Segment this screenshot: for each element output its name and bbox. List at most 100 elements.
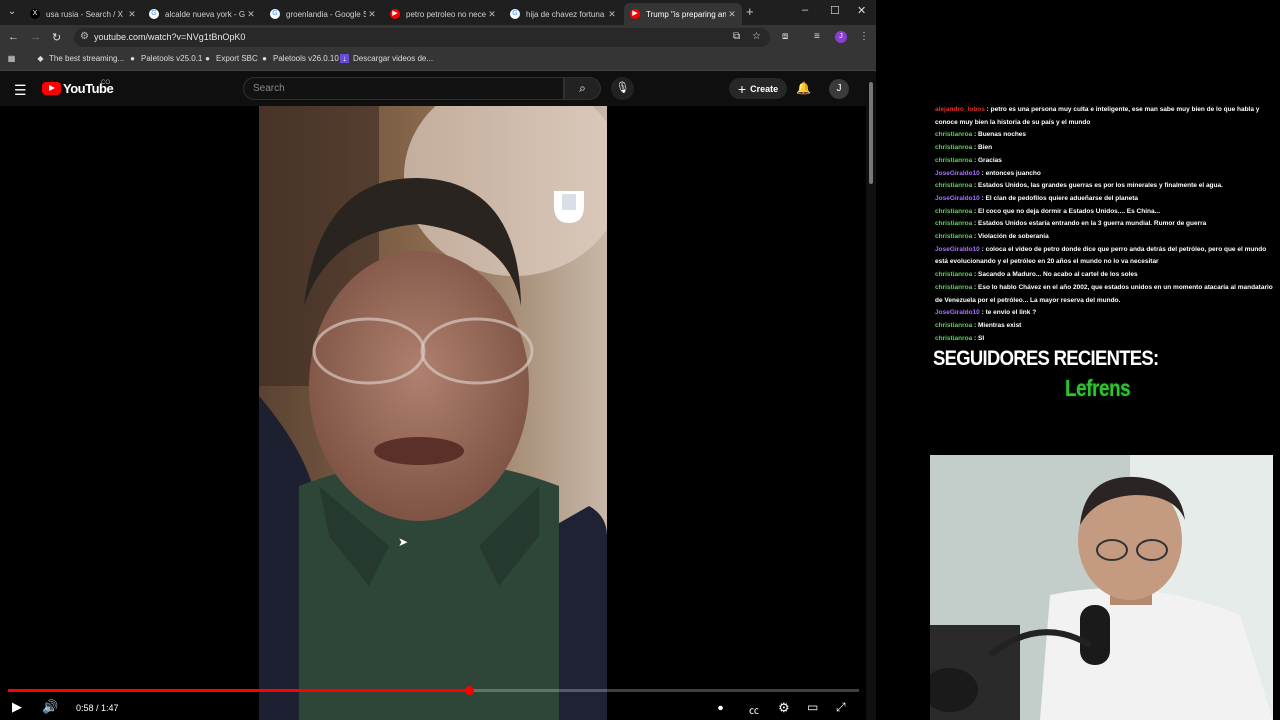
site-info-icon[interactable]: ⚙ (80, 31, 89, 42)
chat-message: christianroa : Violación de soberanía (935, 231, 1273, 244)
chat-username: christianroa (935, 207, 973, 215)
google-icon: G (510, 9, 520, 19)
browser-menu-icon[interactable]: ⋮ (859, 31, 869, 42)
search-button[interactable]: ⌕ (564, 77, 601, 100)
chat-message: christianroa : Estados Unidos, las grand… (935, 180, 1273, 193)
chat-text: El clan de pedofilos quiere adueñarse de… (985, 194, 1139, 202)
page-scrollbar[interactable] (869, 82, 873, 184)
menu-hamburger-icon[interactable]: ☰ (14, 82, 27, 99)
notifications-bell-icon[interactable]: 🔔 (796, 81, 811, 95)
video-frame-image (259, 106, 607, 720)
browser-window: ⌄ Xusa rusia - Search / X ✕ Galcalde nueva… (0, 0, 876, 720)
chat-text: Violación de soberanía (978, 233, 1049, 241)
chat-username: christianroa (935, 156, 973, 164)
tab-title: usa rusia - Search / X (46, 9, 123, 19)
chat-username: JoseGiraldo10 (935, 309, 980, 317)
browser-tab[interactable]: Xusa rusia - Search / X ✕ (24, 3, 142, 25)
tab-title: groenlandia - Google Se (286, 9, 366, 19)
close-tab-icon[interactable]: ✕ (126, 9, 138, 20)
bookmark-item[interactable]: ● Paletools v26.0.10 (260, 54, 339, 63)
fullscreen-icon[interactable]: ⤢ (836, 700, 846, 715)
chat-username: christianroa (935, 283, 973, 291)
chat-message: christianroa : Gracias (935, 155, 1273, 168)
bookmark-favicon-icon: ● (130, 54, 135, 63)
minimize-icon[interactable]: – (802, 4, 808, 16)
bookmark-favicon-icon: ● (262, 54, 267, 63)
chat-username: christianroa (935, 233, 973, 241)
autoplay-toggle-icon[interactable]: ⏺ (718, 703, 723, 714)
new-tab-button[interactable]: + (746, 4, 754, 19)
webcam-image (930, 455, 1273, 720)
chat-username: christianroa (935, 271, 973, 279)
captions-icon[interactable]: ㏄ (749, 702, 759, 717)
chat-panel: alejandro_lobos : petro es una persona m… (935, 104, 1273, 345)
x-icon: X (30, 9, 40, 19)
browser-profile-avatar[interactable]: J (835, 31, 847, 43)
mouse-cursor-icon: ➤ (398, 535, 409, 549)
browser-tab[interactable]: Ggroenlandia - Google Se ✕ (264, 3, 382, 25)
install-app-icon[interactable]: ⧉ (733, 31, 740, 42)
theater-mode-icon[interactable]: ▭ (807, 700, 818, 714)
chat-text: entonces juancho (985, 169, 1041, 177)
play-icon[interactable]: ▶ (12, 699, 22, 715)
reload-icon[interactable]: ↻ (52, 31, 61, 44)
chat-username: christianroa (935, 182, 973, 190)
chat-message: christianroa : SI (935, 333, 1273, 346)
chat-message: christianroa : Mientras exist (935, 320, 1273, 333)
bookmark-favicon-icon: ● (205, 54, 210, 63)
bookmark-item[interactable]: ↓ Descargar videos de... (340, 54, 433, 63)
time-display: 0:58 / 1:47 (76, 703, 119, 713)
recent-followers-title: SEGUIDORES RECIENTES: (933, 347, 1159, 370)
settings-gear-icon[interactable]: ⚙ (778, 700, 790, 716)
close-window-icon[interactable]: ✕ (857, 4, 866, 17)
tab-title: petro petroleo no nece (406, 9, 486, 19)
tab-title: Trump "is preparing an (646, 9, 726, 19)
chat-message: christianroa : Estados Unidos estaría en… (935, 218, 1273, 231)
url-text[interactable]: youtube.com/watch?v=NVg1tBnOpK0 (94, 32, 245, 42)
bookmark-favicon-icon: ↓ (340, 54, 349, 63)
create-button[interactable]: + Create (729, 78, 787, 99)
google-icon: G (270, 9, 280, 19)
close-tab-icon[interactable]: ✕ (606, 9, 618, 20)
progress-bar[interactable] (8, 689, 859, 692)
media-control-icon[interactable]: ≡ (814, 31, 820, 42)
bookmark-item[interactable]: ● Paletools v25.0.1 (128, 54, 202, 63)
chat-message: JoseGiraldo10 : entonces juancho (935, 168, 1273, 181)
plus-icon: + (737, 80, 747, 97)
chat-username: JoseGiraldo10 (935, 194, 980, 202)
extensions-icon[interactable]: ⧈ (782, 31, 788, 42)
account-avatar[interactable]: J (829, 79, 849, 99)
chat-text: Gracias (978, 156, 1002, 164)
close-tab-icon[interactable]: ✕ (366, 9, 378, 20)
search-icon: ⌕ (579, 81, 586, 95)
browser-tab[interactable]: Ghija de chavez fortuna ✕ (504, 3, 622, 25)
bookmark-star-icon[interactable]: ☆ (752, 31, 761, 42)
recent-follower-name: Lefrens (1065, 375, 1131, 401)
chat-message: christianroa : Sacando a Maduro... No ac… (935, 269, 1273, 282)
chat-text: El coco que no deja dormir a Estados Uni… (978, 207, 1161, 215)
close-tab-icon[interactable]: ✕ (245, 9, 257, 20)
volume-icon[interactable]: 🔊 (42, 699, 58, 715)
maximize-icon[interactable]: ☐ (830, 4, 840, 17)
close-tab-icon[interactable]: ✕ (486, 9, 498, 20)
apps-icon[interactable]: ▦ (7, 54, 20, 63)
bookmark-item[interactable]: ◆ The best streaming... (36, 54, 124, 63)
chat-text: Estados Unidos estaría entrando en la 3 … (978, 220, 1207, 228)
chat-message: christianroa : Eso lo hablo Chávez en el… (935, 282, 1273, 307)
youtube-logo-icon[interactable] (42, 82, 61, 95)
tab-search-icon[interactable]: ⌄ (4, 4, 20, 20)
video-frame[interactable] (259, 106, 607, 720)
progress-played (8, 689, 470, 692)
back-icon[interactable]: ← (8, 31, 19, 43)
search-input[interactable] (243, 77, 564, 100)
browser-tab[interactable]: ▶ Trump "is preparing an ✕ (624, 3, 742, 25)
forward-icon[interactable]: → (30, 31, 41, 43)
bookmark-item[interactable]: ● Export SBC (203, 54, 258, 63)
close-tab-icon[interactable]: ✕ (726, 9, 738, 20)
chat-message: JoseGiraldo10 : coloca el video de petro… (935, 244, 1273, 269)
chat-text: Estados Unidos, las grandes guerras es p… (978, 182, 1223, 190)
chat-message: christianroa : Buenas noches (935, 129, 1273, 142)
browser-tab[interactable]: Galcalde nueva york - Go ✕ (143, 3, 261, 25)
voice-search-icon[interactable]: 🎙 (611, 77, 634, 100)
browser-tab[interactable]: ▶ petro petroleo no nece ✕ (384, 3, 502, 25)
